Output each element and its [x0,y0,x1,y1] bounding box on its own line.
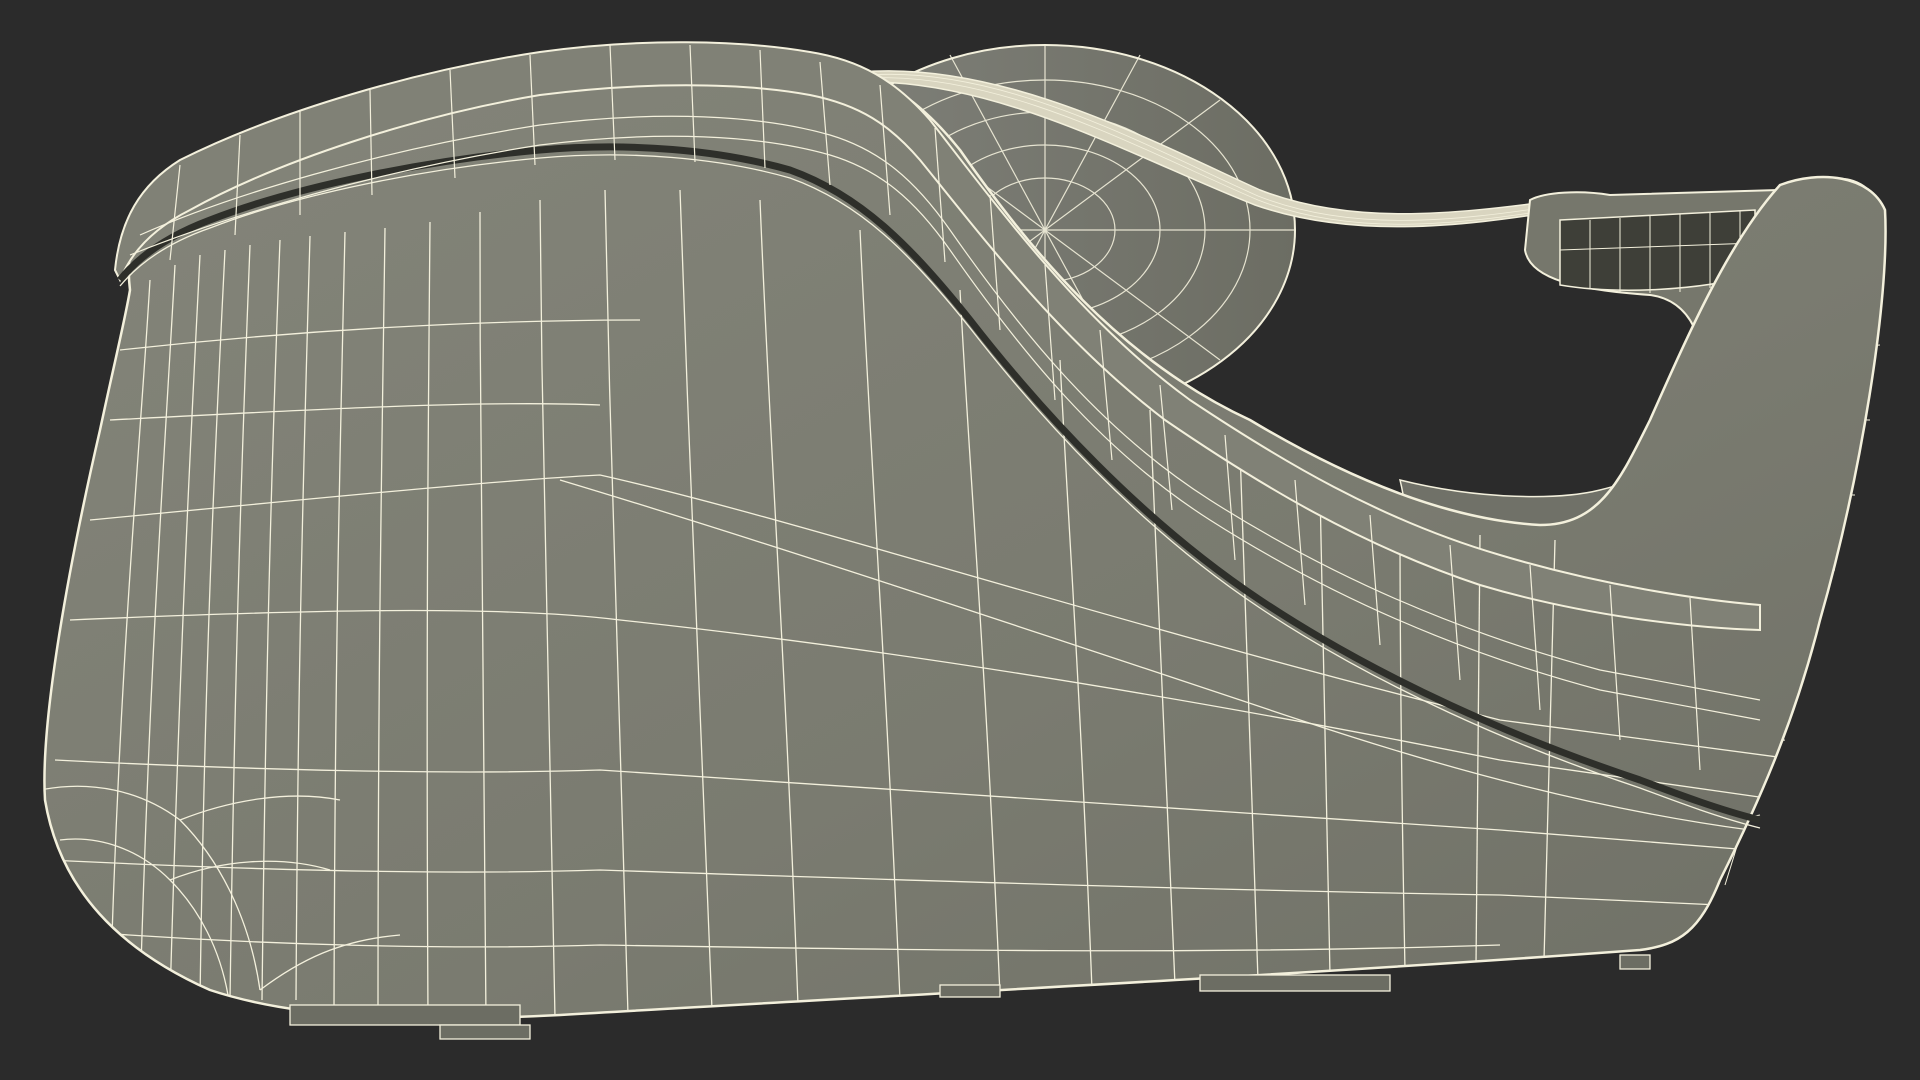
tape-dispenser-wireframe [43,41,1887,1040]
render-viewport [0,0,1920,1080]
